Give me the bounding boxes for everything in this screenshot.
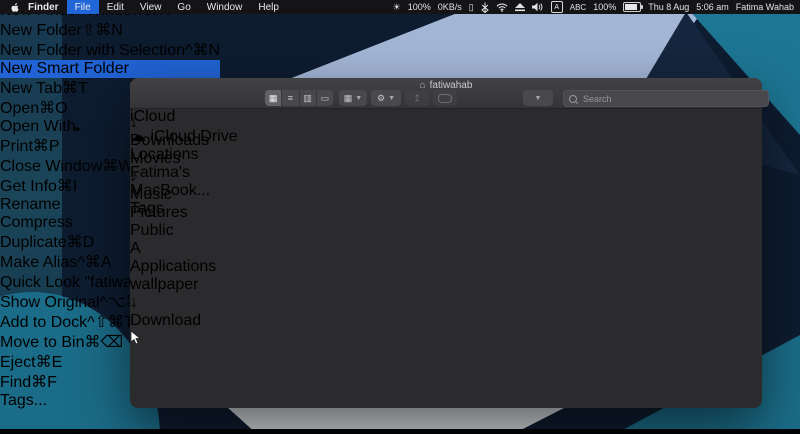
group-by-button[interactable]: ▦ ▼ <box>339 90 367 106</box>
menu-item-shortcut: ⌘P <box>32 138 60 155</box>
menubar-menu-edit[interactable]: Edit <box>99 0 132 14</box>
volume-icon[interactable] <box>531 2 544 12</box>
gear-icon: ⚙ <box>376 92 386 103</box>
column-view-button[interactable]: ▥ <box>300 90 317 106</box>
wifi-icon[interactable] <box>496 3 508 12</box>
letterbox-bar <box>0 429 800 434</box>
menubar-menu-view[interactable]: View <box>132 0 170 14</box>
finder-window: ⌂ fatiwahab ▦ ≡ ▥ ▭ ▦ ▼ ⚙ ▼ ↥ ▼ Search i… <box>130 78 769 408</box>
keyboard-layout[interactable]: ABC <box>570 3 586 12</box>
menu-item-label: New Folder <box>0 22 82 39</box>
window-titlebar[interactable]: ⌂ fatiwahab ▦ ≡ ▥ ▭ ▦ ▼ ⚙ ▼ ↥ ▼ <box>130 78 769 109</box>
menu-item-shortcut: ⌘I <box>56 178 78 195</box>
menu-item-label: Open <box>0 100 40 117</box>
cloud-icon: ☁ <box>130 128 146 145</box>
menu-item-shortcut: ⌘D <box>66 234 95 251</box>
menu-item-new-smart-folder[interactable]: New Smart Folder <box>0 60 221 78</box>
icon-view-button[interactable]: ▦ <box>265 90 283 106</box>
search-field[interactable] <box>563 90 769 107</box>
menubar-user[interactable]: Fatima Wahab <box>736 2 794 12</box>
tag-button[interactable] <box>433 90 457 106</box>
menu-item-shortcut: ^⇧⌘T <box>87 314 134 331</box>
menubar-menu-help[interactable]: Help <box>250 0 287 14</box>
chevron-down-icon: ▼ <box>355 94 363 102</box>
menu-item-label: Eject <box>0 354 36 371</box>
menubar-menu-window[interactable]: Window <box>199 0 251 14</box>
apple-logo-icon <box>11 2 19 12</box>
menu-item-shortcut: ⌘T <box>61 80 88 97</box>
menu-bar-left: Finder File Edit View Go Window Help <box>0 0 287 14</box>
menu-item-label: Make Alias <box>0 254 78 271</box>
sidebar-header-tags: Tags <box>130 200 164 217</box>
menu-item-shortcut: ^⌘N <box>184 42 221 59</box>
battery-percent: 100% <box>593 2 617 12</box>
chevron-down-icon: ▼ <box>388 94 395 102</box>
menu-item-label: Move to Bin <box>0 334 85 351</box>
menu-item-label: New Folder with Selection <box>0 42 185 59</box>
menu-item-label: Open With <box>0 118 76 135</box>
input-source-icon[interactable]: A <box>550 1 563 13</box>
menu-item-new-folder-with-selection: New Folder with Selection^⌘N <box>0 40 220 60</box>
share-icon: ↥ <box>413 92 421 103</box>
scope-dropdown[interactable]: ▼ <box>523 90 553 106</box>
sidebar-item-macbook[interactable]: Fatima's MacBook... <box>130 164 255 200</box>
list-view-button[interactable]: ≡ <box>282 90 300 106</box>
sidebar-item-label: Fatima's MacBook... <box>130 164 211 199</box>
group-icon: ▦ <box>343 92 353 103</box>
sidebar-header-locations: Locations <box>130 146 199 163</box>
menubar-menu-go[interactable]: Go <box>169 0 198 14</box>
menu-item-shortcut: ⌘O <box>39 100 68 117</box>
desktop: ⌂ fatiwahab ▦ ≡ ▥ ▭ ▦ ▼ ⚙ ▼ ↥ ▼ Search i… <box>0 0 800 434</box>
brightness-percent: 100% <box>407 2 431 12</box>
menu-item-label: Compress <box>0 214 73 231</box>
submenu-arrow-icon: ▶ <box>75 126 81 133</box>
share-button[interactable]: ↥ <box>405 90 429 106</box>
menu-item-shortcut: ⌘F <box>31 374 57 391</box>
sidebar-item-label: iCloud Drive <box>150 128 238 145</box>
menu-item-label: Rename <box>0 196 61 213</box>
menubar-time[interactable]: 5:06 am <box>696 2 729 12</box>
menu-item-shortcut: ^⌘A <box>77 254 112 271</box>
network-speed[interactable]: 0KB/s <box>438 2 462 12</box>
menubar-app-finder[interactable]: Finder <box>20 0 67 14</box>
tag-icon <box>438 93 452 103</box>
menu-item-label: Print <box>0 138 33 155</box>
action-menu-button[interactable]: ⚙ ▼ <box>371 90 401 106</box>
view-switcher: ▦ ≡ ▥ ▭ <box>265 90 333 106</box>
device-icon[interactable]: ▯ <box>469 2 474 13</box>
menubar-menu-file[interactable]: File <box>66 0 99 14</box>
brightness-icon[interactable]: ☀ <box>393 2 401 13</box>
menu-item-label: Get Info <box>0 178 57 195</box>
menu-item-shortcut: ⌘W <box>102 158 134 175</box>
menu-item-shortcut: ⌘E <box>35 354 63 371</box>
menu-item-label: Close Window <box>0 158 103 175</box>
sidebar-item-icloud-drive[interactable]: ☁ iCloud Drive <box>130 126 255 146</box>
menu-item-label: Show Original <box>0 294 100 311</box>
menu-item-label: Find <box>0 374 32 391</box>
menu-bar-status: ☀ 100% 0KB/s ▯ A ABC 100% Thu 8 Aug 5:06… <box>393 1 800 13</box>
eject-icon[interactable] <box>514 2 525 12</box>
menu-item-label: Tags... <box>0 392 48 409</box>
search-input[interactable] <box>581 92 745 105</box>
finder-sidebar: iCloud ☁ iCloud Drive Locations Fatima's… <box>130 108 255 408</box>
search-icon <box>569 94 577 103</box>
menubar-date[interactable]: Thu 8 Aug <box>648 2 689 12</box>
chevron-down-icon: ▼ <box>534 94 542 102</box>
menu-item-label: Add to Dock <box>0 314 88 331</box>
home-icon: ⌂ <box>419 79 426 91</box>
menu-bar: Finder File Edit View Go Window Help ☀ 1… <box>0 0 800 14</box>
menu-item-label: New Smart Folder <box>0 60 129 77</box>
sidebar-header-icloud: iCloud <box>130 108 176 125</box>
menu-item-new-folder[interactable]: New Folder⇧⌘N <box>0 20 220 40</box>
gallery-view-button[interactable]: ▭ <box>317 90 333 106</box>
menu-item-shortcut: ⇧⌘N <box>81 22 123 39</box>
bluetooth-icon[interactable] <box>480 2 489 13</box>
menu-item-label: Duplicate <box>0 234 67 251</box>
battery-icon[interactable] <box>623 2 644 12</box>
menu-item-shortcut: ⌘⌫ <box>84 334 124 351</box>
menu-item-label: New Tab <box>0 80 62 97</box>
